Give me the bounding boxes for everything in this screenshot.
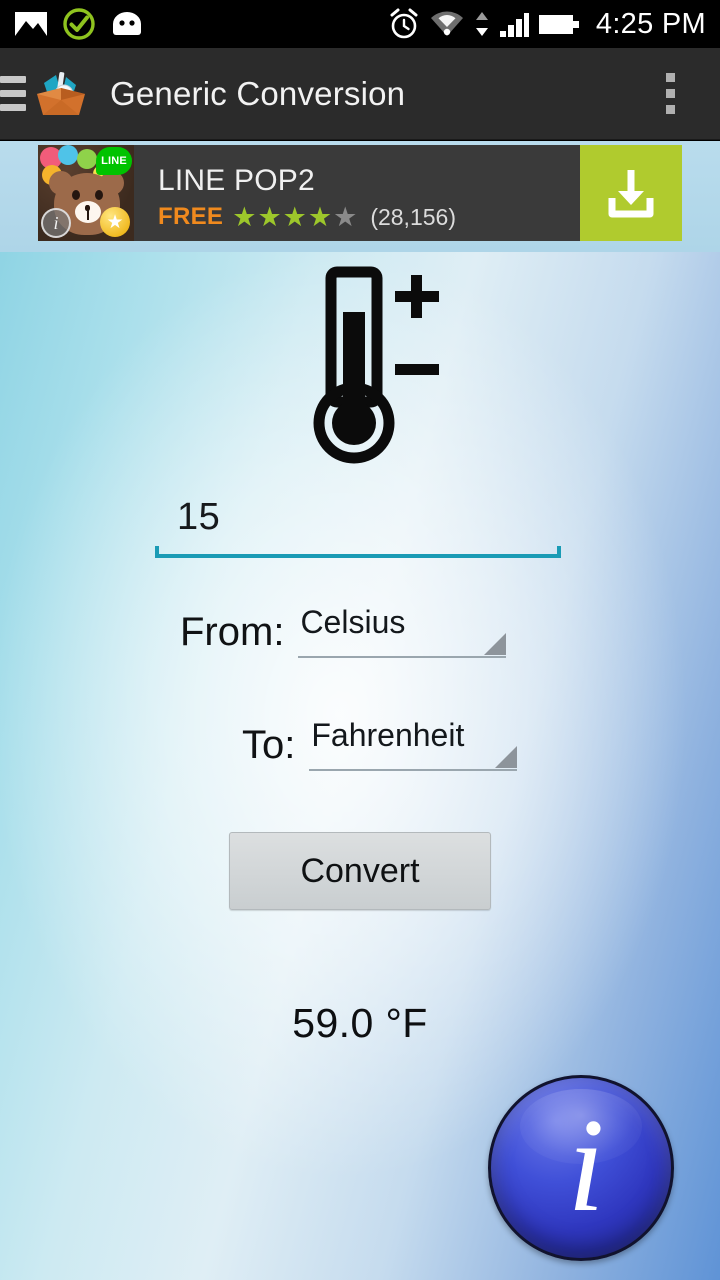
star-coin-icon: ★ [100,207,130,237]
status-bar-clock: 4:25 PM [595,7,706,40]
conversion-result: 59.0 °F [292,1000,428,1046]
status-bar-right-icons: 4:25 PM [388,8,706,41]
chevron-down-icon [484,633,507,655]
value-input-underline [155,546,561,558]
chevron-down-icon [495,746,518,768]
thermometer-plus-minus-icon [313,266,439,464]
bear-eye [72,190,80,200]
data-transfer-icon [475,12,488,36]
wifi-icon [430,11,463,36]
status-bar-left-icons [14,7,144,41]
bear-mouth [87,210,89,220]
to-unit-value: Fahrenheit [311,717,465,753]
ad-subline: FREE ★ ★ ★ ★ ★ (28,156) [158,203,580,231]
from-label: From: [180,610,285,654]
app-logo-icon [37,71,85,115]
ad-banner[interactable]: LINE ★ i LINE POP2 FREE ★ ★ ★ ★ ★ (28,15… [0,141,720,252]
hamburger-menu-icon[interactable] [0,76,26,112]
line-badge: LINE [96,147,132,175]
value-input-field[interactable]: 15 [155,488,561,566]
from-unit-spinner[interactable]: Celsius [298,604,507,658]
ad-rating-stars: ★ ★ ★ ★ ★ [232,201,358,232]
to-unit-spinner[interactable]: Fahrenheit [309,717,518,771]
bear-eye [95,190,103,200]
download-icon [608,170,654,218]
overflow-dot [665,105,675,114]
bubble [77,149,97,169]
info-icon: i [567,1091,605,1239]
app-screen: 4:25 PM Generic Conversion LINE ★ i LINE… [0,0,720,1280]
image-icon [15,12,47,36]
ad-info-icon[interactable]: i [41,208,71,238]
status-bar: 4:25 PM [0,0,720,48]
to-label: To: [242,723,296,767]
main-content: 15 From: Celsius To: Fahrenheit Convert … [0,252,720,1280]
page-title: Generic Conversion [110,74,406,112]
hamburger-line [0,76,26,83]
value-input-text: 15 [177,496,221,538]
from-row: From: Celsius [180,604,507,658]
ad-banner-inner[interactable]: LINE ★ i LINE POP2 FREE ★ ★ ★ ★ ★ (28,15… [38,145,682,241]
ad-text-block: LINE POP2 FREE ★ ★ ★ ★ ★ (28,156) [134,145,580,241]
from-unit-value: Celsius [300,604,406,640]
star-filled: ★ [282,201,307,232]
hamburger-line [0,104,26,111]
overflow-menu-icon[interactable] [662,63,678,125]
ad-review-count: (28,156) [370,203,456,230]
cellular-signal-icon [499,13,529,37]
convert-button[interactable]: Convert [229,832,491,910]
ad-download-button[interactable] [580,145,682,241]
ad-price-label: FREE [158,203,224,231]
alarm-icon [390,8,418,39]
overflow-dot [665,89,675,98]
ad-thumbnail: LINE ★ i [38,145,134,241]
action-bar: Generic Conversion [0,48,720,140]
check-circle-icon [63,8,95,40]
star-filled: ★ [257,201,282,232]
to-row: To: Fahrenheit [242,717,518,771]
overflow-dot [665,73,675,82]
android-head-icon [113,12,141,35]
star-empty: ★ [333,201,358,232]
info-button[interactable]: i [488,1075,674,1261]
ad-title: LINE POP2 [158,163,315,197]
star-filled: ★ [232,201,257,232]
bubble [58,145,78,165]
hamburger-line [0,90,26,97]
star-filled: ★ [307,201,333,232]
battery-icon [538,15,579,34]
